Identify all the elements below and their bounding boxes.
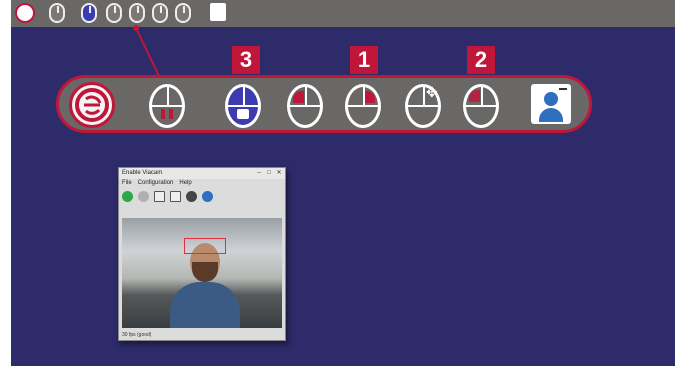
pause-mouse-icon[interactable] — [149, 84, 185, 128]
badge-2: 2 — [467, 46, 495, 74]
fps-status: 30 fps (good) — [122, 332, 152, 338]
badge-3: 3 — [232, 46, 260, 74]
double-click-mouse-icon[interactable] — [463, 84, 499, 128]
enable-check-icon[interactable] — [122, 190, 133, 202]
menu-file[interactable]: File — [122, 179, 132, 188]
list-icon[interactable] — [170, 190, 181, 202]
window-title-bar: Enable Viacam – □ ✕ — [119, 168, 285, 179]
window-toolbar — [119, 188, 285, 204]
right-click-mouse-icon[interactable] — [345, 84, 381, 128]
frame-icon[interactable] — [154, 190, 165, 202]
lock-icon — [237, 109, 249, 119]
menu-bar: File Configuration Help — [119, 179, 285, 188]
camera-preview — [122, 218, 282, 328]
move-arrows-icon: ✥ — [426, 84, 438, 100]
menu-help[interactable]: Help — [179, 179, 191, 188]
gear-icon[interactable] — [186, 190, 197, 202]
help-icon[interactable] — [202, 190, 213, 202]
desktop: ✥ 3 1 2 Enable Viacam – □ ✕ File Configu… — [11, 0, 675, 366]
person-beard — [192, 262, 218, 282]
lock-mouse-icon[interactable] — [225, 84, 261, 128]
menu-configuration[interactable]: Configuration — [138, 179, 174, 188]
maximize-icon[interactable]: □ — [265, 169, 273, 177]
drag-mouse-icon[interactable]: ✥ — [405, 84, 441, 128]
tracking-box — [184, 238, 226, 254]
minimize-icon[interactable]: – — [255, 169, 263, 177]
enlarged-toolbar: ✥ — [56, 75, 592, 133]
eviacam-window: Enable Viacam – □ ✕ File Configuration H… — [118, 167, 286, 341]
person-body — [170, 282, 240, 328]
window-title: Enable Viacam — [122, 170, 163, 176]
disable-icon[interactable] — [138, 190, 149, 202]
left-click-mouse-icon[interactable] — [287, 84, 323, 128]
eviacam-logo-icon[interactable] — [69, 82, 115, 128]
close-icon[interactable]: ✕ — [275, 169, 283, 177]
user-icon[interactable] — [531, 84, 571, 124]
badge-1: 1 — [350, 46, 378, 74]
